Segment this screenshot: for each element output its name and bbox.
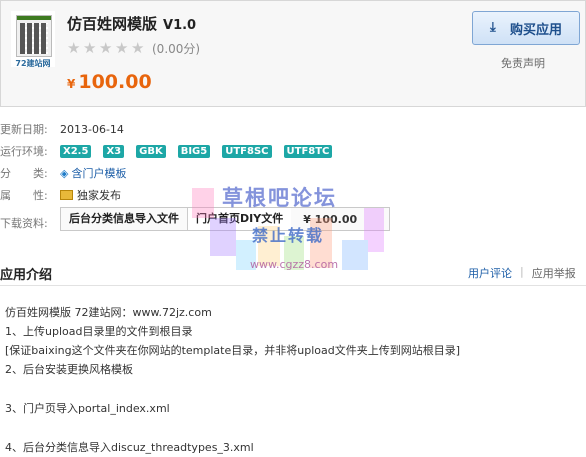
section-links: 用户评论 | 应用举报: [468, 265, 576, 281]
category-label: 分 类:: [0, 167, 48, 180]
desc-line: 3、门户页导入portal_index.xml: [5, 402, 170, 415]
app-logo: 72建站网: [11, 11, 55, 68]
env-tag: UTF8SC: [222, 144, 272, 158]
attr-value: 独家发布: [77, 189, 121, 202]
section-title: 应用介绍: [0, 268, 53, 283]
updated-label: 更新日期:: [0, 123, 48, 136]
star-icon[interactable]: ★: [131, 41, 146, 56]
category-row: 分 类: ◈ 含门户模板: [0, 165, 126, 181]
app-version: V1.0: [163, 18, 197, 33]
exclusive-icon: [60, 190, 73, 200]
app-header: 72建站网 仿百姓网模版 V1.0 ★ ★ ★ ★ ★ (0.00分) ¥100.…: [0, 0, 586, 107]
buy-label: 购买应用: [509, 22, 562, 38]
download-item-portal-diy[interactable]: 门户首页DIY文件: [187, 208, 292, 230]
desc-line: 4、后台分类信息导入discuz_threadtypes_3.xml: [5, 441, 254, 454]
download-price: ¥ 100.00: [303, 212, 358, 226]
rating-stars[interactable]: ★ ★ ★ ★ ★ (0.00分): [67, 40, 200, 57]
desc-line: 2、后台安装更换风格模板: [5, 363, 133, 376]
price-currency: ¥: [67, 77, 76, 91]
desc-line: [保证baixing这个文件夹在你网站的template目录，并非将upload…: [5, 344, 460, 357]
logo-screen-icon: [16, 15, 52, 57]
env-tag: X2.5: [60, 144, 92, 158]
report-link[interactable]: 应用举报: [532, 265, 576, 281]
download-box: 后台分类信息导入文件 门户首页DIY文件 ¥ 100.00: [60, 207, 390, 231]
link-divider: |: [520, 265, 524, 278]
desc-line: 1、上传upload目录里的文件到根目录: [5, 325, 193, 338]
env-tags: X2.5 X3 GBK BIG5 UTF8SC UTF8TC: [60, 144, 344, 158]
rating-score: (0.00分): [152, 42, 201, 56]
env-row: 运行环境: X2.5 X3 GBK BIG5 UTF8SC UTF8TC: [0, 143, 344, 159]
app-name: 仿百姓网模版: [67, 15, 158, 33]
env-tag: GBK: [136, 144, 166, 158]
star-icon[interactable]: ★: [99, 41, 114, 56]
category-link[interactable]: 含门户模板: [71, 165, 126, 181]
watermark-url: www.cgzz8.com: [250, 258, 339, 271]
star-icon[interactable]: ★: [83, 41, 98, 56]
env-tag: BIG5: [177, 144, 211, 158]
updated-row: 更新日期: 2013-06-14: [0, 121, 124, 137]
env-label: 运行环境:: [0, 145, 48, 158]
category-icon: ◈: [60, 166, 69, 180]
env-tag: X3: [103, 144, 125, 158]
download-label: 下载资料:: [0, 217, 48, 230]
app-title: 仿百姓网模版 V1.0: [67, 13, 196, 34]
disclaimer-link[interactable]: 免责声明: [501, 55, 545, 71]
logo-caption: 72建站网: [15, 59, 51, 68]
star-icon[interactable]: ★: [115, 41, 130, 56]
section-divider: [0, 285, 586, 286]
env-tag: UTF8TC: [283, 144, 333, 158]
attr-label: 属 性:: [0, 189, 48, 202]
buy-app-button[interactable]: ⤓ 购买应用: [472, 11, 580, 45]
app-price: ¥100.00: [67, 71, 152, 93]
star-icon[interactable]: ★: [67, 41, 82, 56]
download-item-category-import[interactable]: 后台分类信息导入文件: [61, 208, 187, 230]
attr-row: 属 性: 独家发布: [0, 187, 121, 203]
desc-line: 仿百姓网模版 72建站网：www.72jz.com: [5, 306, 212, 319]
download-icon: ⤓: [489, 20, 496, 35]
user-reviews-link[interactable]: 用户评论: [468, 265, 512, 281]
price-value: 100.00: [78, 71, 152, 93]
updated-value: 2013-06-14: [60, 122, 124, 136]
